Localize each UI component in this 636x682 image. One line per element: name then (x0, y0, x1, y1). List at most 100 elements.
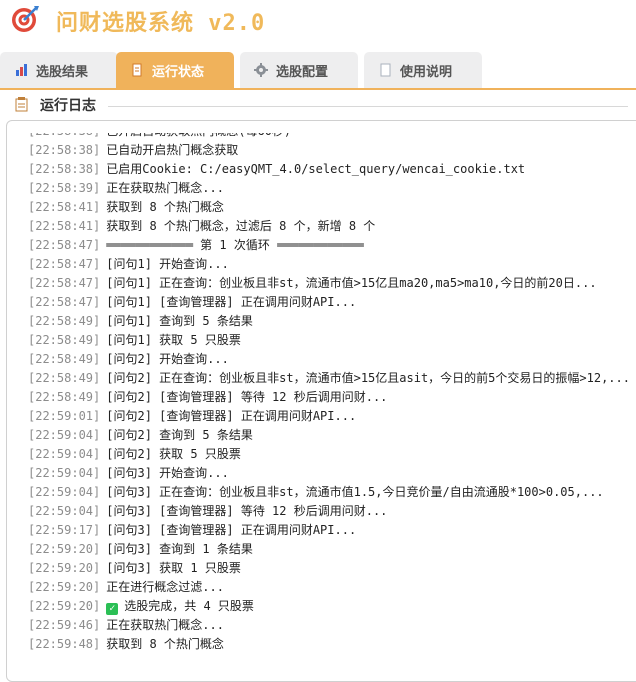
log-area[interactable]: [22:58:38] 已开启自动获取热门概念(每60秒) [22:58:38] 已自动… (28, 133, 636, 657)
log-message: [问句3] 查询到 1 条结果 (106, 542, 253, 556)
log-timestamp: [22:59:48] (28, 637, 101, 651)
log-line: [22:59:20] [问句3] 获取 1 只股票 (28, 559, 636, 578)
title-bar: 问财选股系统 v2.0 (0, 0, 636, 44)
log-panel-title: 运行日志 (40, 98, 96, 114)
log-timestamp: [22:58:47] (28, 295, 101, 309)
tab-help-label: 使用说明 (400, 64, 453, 80)
log-timestamp: [22:59:20] (28, 580, 101, 594)
log-timestamp: [22:58:49] (28, 390, 101, 404)
tab-bar: 选股结果 运行状态 选股配置 使用说明 (0, 52, 636, 90)
log-message: [问句2] 查询到 5 条结果 (106, 428, 253, 442)
log-line: [22:58:38] 已自动开启热门概念获取 (28, 141, 636, 160)
target-logo-icon (12, 6, 39, 32)
log-panel-header: 运行日志 (0, 92, 636, 118)
log-line: [22:59:20] ✓ 选股完成，共 4 只股票 (28, 597, 636, 616)
log-line: [22:59:20] 正在进行概念过滤... (28, 578, 636, 597)
log-message: 正在进行概念过滤... (106, 580, 224, 594)
log-timestamp: [22:59:04] (28, 447, 101, 461)
log-timestamp: [22:59:20] (28, 542, 101, 556)
log-line: [22:59:20] [问句3] 查询到 1 条结果 (28, 540, 636, 559)
log-message: [问句3] [查询管理器] 等待 12 秒后调用问财... (106, 504, 388, 518)
log-line: [22:59:04] [问句2] 获取 5 只股票 (28, 445, 636, 464)
log-line: [22:59:04] [问句3] 开始查询... (28, 464, 636, 483)
panel-title-divider (108, 106, 628, 107)
log-timestamp: [22:58:38] (28, 133, 100, 138)
tab-status[interactable]: 运行状态 (116, 52, 234, 88)
log-line: [22:58:47] [问句1] [查询管理器] 正在调用问财API... (28, 293, 636, 312)
log-message: 正在获取热门概念... (106, 618, 224, 632)
log-message: [问句1] 获取 5 只股票 (106, 333, 241, 347)
log-timestamp: [22:58:38] (28, 143, 101, 157)
log-message: 获取到 8 个热门概念 (106, 200, 224, 214)
log-message: [问句3] 获取 1 只股票 (106, 561, 241, 575)
log-message: [问句2] 开始查询... (106, 352, 229, 366)
log-line: [22:58:47] [问句1] 正在查询：创业板且非st，流通市值>15亿且ma… (28, 274, 636, 293)
gear-icon (254, 63, 268, 77)
log-line: [22:58:49] [问句2] 开始查询... (28, 350, 636, 369)
log-timestamp: [22:59:20] (28, 561, 101, 575)
log-timestamp: [22:58:41] (28, 200, 101, 214)
log-timestamp: [22:58:47] (28, 238, 101, 252)
tab-config[interactable]: 选股配置 (240, 52, 358, 88)
log-message: [问句2] 获取 5 只股票 (106, 447, 241, 461)
log-message: [问句2] 正在查询：创业板且非st，流通市值>15亿且asit，今日的前5个交… (106, 371, 630, 385)
log-line: [22:59:17] [问句3] [查询管理器] 正在调用问财API... (28, 521, 636, 540)
log-timestamp: [22:59:04] (28, 466, 101, 480)
log-line: [22:58:49] [问句2] [查询管理器] 等待 12 秒后调用问财... (28, 388, 636, 407)
log-line: [22:59:01] [问句2] [查询管理器] 正在调用问财API... (28, 407, 636, 426)
log-timestamp: [22:59:20] (28, 599, 101, 613)
check-icon: ✓ (106, 603, 119, 615)
log-line: [22:58:38] 已启用Cookie: C:/easyQMT_4.0/sele… (28, 160, 636, 179)
log-line: [22:58:49] [问句2] 正在查询：创业板且非st，流通市值>15亿且as… (28, 369, 636, 388)
log-timestamp: [22:58:41] (28, 219, 101, 233)
document-icon (132, 63, 142, 77)
log-timestamp: [22:58:47] (28, 276, 101, 290)
log-message: 已开启自动获取热门概念(每60秒) (106, 133, 291, 138)
log-message: 已自动开启热门概念获取 (106, 143, 239, 157)
log-line: [22:58:41] 获取到 8 个热门概念 (28, 198, 636, 217)
log-line: [22:58:49] [问句1] 获取 5 只股票 (28, 331, 636, 350)
log-timestamp: [22:59:04] (28, 485, 101, 499)
log-document-icon (15, 97, 28, 112)
log-message: [问句1] 查询到 5 条结果 (106, 314, 253, 328)
log-line: [22:59:04] [问句3] [查询管理器] 等待 12 秒后调用问财... (28, 502, 636, 521)
log-timestamp: [22:58:38] (28, 162, 101, 176)
tab-config-label: 选股配置 (276, 64, 329, 80)
log-timestamp: [22:58:47] (28, 257, 101, 271)
log-message: [问句2] [查询管理器] 正在调用问财API... (106, 409, 357, 423)
log-message: [问句1] [查询管理器] 正在调用问财API... (106, 295, 357, 309)
log-line: [22:59:04] [问句3] 正在查询：创业板且非st，流通市值1.5,今日竞… (28, 483, 636, 502)
log-line: [22:59:48] 获取到 8 个热门概念 (28, 635, 636, 654)
log-timestamp: [22:58:49] (28, 314, 101, 328)
log-line: [22:59:46] 正在获取热门概念... (28, 616, 636, 635)
log-message: [问句3] 正在查询：创业板且非st，流通市值1.5,今日竞价量/自由流通股*1… (106, 485, 604, 499)
tab-results[interactable]: 选股结果 (0, 52, 118, 88)
log-timestamp: [22:59:17] (28, 523, 101, 537)
log-line: [22:58:47] [问句1] 开始查询... (28, 255, 636, 274)
log-timestamp: [22:58:39] (28, 181, 101, 195)
log-message: [问句1] 正在查询：创业板且非st，流通市值>15亿且ma20,ma5>ma1… (106, 276, 597, 290)
log-message: 获取到 8 个热门概念 (106, 637, 224, 651)
log-message: [问句1] 开始查询... (106, 257, 229, 271)
log-timestamp: [22:58:49] (28, 371, 101, 385)
log-message: 获取到 8 个热门概念，过滤后 8 个，新增 8 个 (106, 219, 376, 233)
log-line: [22:58:47] ════════════ 第 1 次循环 ═════════… (28, 236, 636, 255)
bar-chart-icon (16, 64, 27, 76)
log-message: 选股完成，共 4 只股票 (124, 599, 254, 613)
log-line: [22:59:04] [问句2] 查询到 5 条结果 (28, 426, 636, 445)
log-line: [22:58:38] 已开启自动获取热门概念(每60秒) (28, 133, 636, 141)
log-message: [问句3] [查询管理器] 正在调用问财API... (106, 523, 357, 537)
tab-results-label: 选股结果 (36, 64, 89, 80)
tab-help[interactable]: 使用说明 (364, 52, 482, 88)
log-message: 正在获取热门概念... (106, 181, 224, 195)
log-message: ════════════ 第 1 次循环 ════════════ (106, 238, 364, 252)
log-timestamp: [22:58:49] (28, 333, 101, 347)
log-line: [22:58:41] 获取到 8 个热门概念，过滤后 8 个，新增 8 个 (28, 217, 636, 236)
page-icon (380, 63, 391, 77)
log-timestamp: [22:59:04] (28, 428, 101, 442)
log-line: [22:58:49] [问句1] 查询到 5 条结果 (28, 312, 636, 331)
tab-bar-divider (0, 88, 636, 90)
tab-status-label: 运行状态 (152, 64, 205, 80)
log-timestamp: [22:59:01] (28, 409, 101, 423)
log-timestamp: [22:59:04] (28, 504, 101, 518)
